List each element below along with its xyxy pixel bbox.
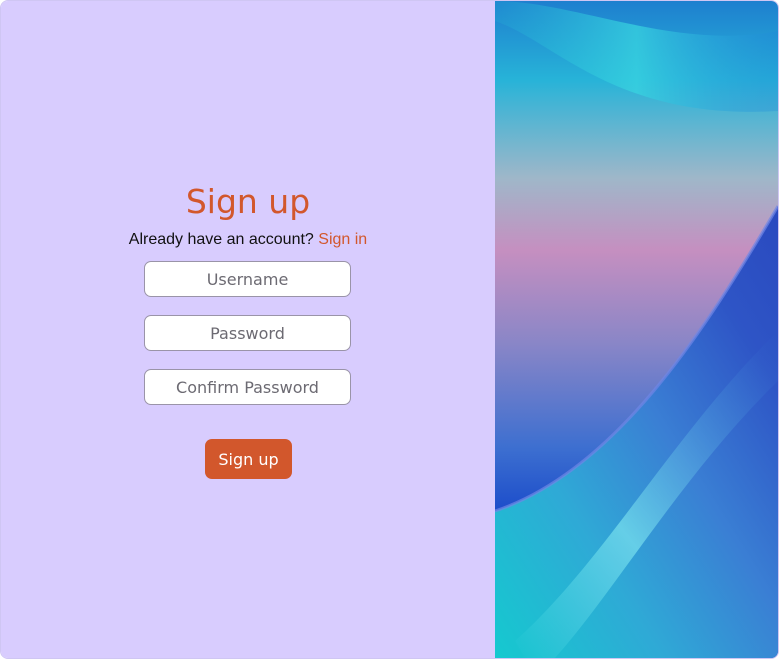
- wallpaper-image: [495, 1, 778, 658]
- signin-prompt-text: Already have an account?: [128, 231, 314, 248]
- decorative-wallpaper: [495, 1, 778, 658]
- page-title: Sign up: [185, 182, 311, 221]
- password-input[interactable]: [144, 315, 351, 351]
- signup-panel: Sign up Already have an account? Sign in…: [1, 1, 495, 658]
- signin-link[interactable]: Sign in: [318, 231, 367, 248]
- username-input[interactable]: [144, 261, 351, 297]
- signup-window: Sign up Already have an account? Sign in…: [0, 0, 779, 659]
- signin-prompt: Already have an account? Sign in: [1, 229, 495, 251]
- confirm-password-input[interactable]: [144, 369, 351, 405]
- signup-button[interactable]: Sign up: [205, 439, 292, 479]
